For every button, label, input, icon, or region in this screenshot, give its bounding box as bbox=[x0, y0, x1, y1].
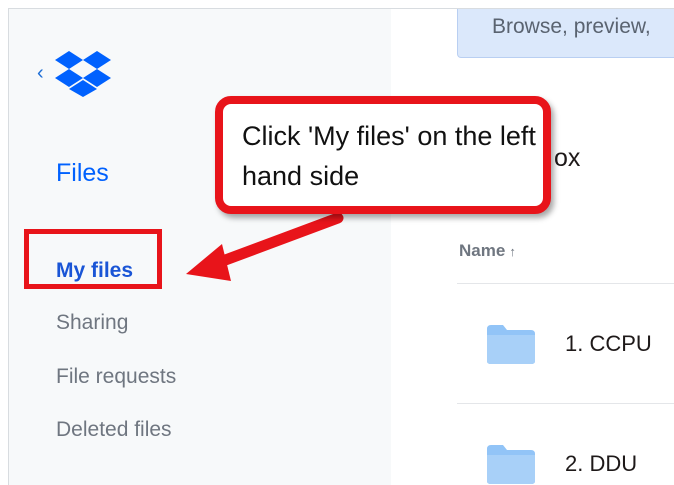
folder-icon bbox=[487, 325, 535, 364]
callout-text: Click 'My files' on the left hand side bbox=[242, 121, 536, 191]
sidebar-item-deleted-files[interactable]: Deleted files bbox=[56, 418, 172, 442]
name-column-label: Name bbox=[459, 241, 506, 260]
sidebar-item-sharing[interactable]: Sharing bbox=[56, 311, 128, 335]
info-banner[interactable]: Browse, preview, bbox=[457, 9, 674, 58]
files-heading[interactable]: Files bbox=[56, 159, 109, 188]
highlight-box bbox=[24, 229, 162, 289]
table-row[interactable]: 2. DDU bbox=[457, 437, 674, 485]
arrow-up-icon: ↑ bbox=[509, 244, 516, 259]
table-divider bbox=[457, 283, 674, 284]
row-name[interactable]: 2. DDU bbox=[565, 451, 637, 477]
table-row[interactable]: 1. CCPU bbox=[457, 317, 674, 377]
table-divider bbox=[457, 403, 674, 404]
row-name[interactable]: 1. CCPU bbox=[565, 331, 652, 357]
chevron-left-icon[interactable]: ‹ bbox=[37, 63, 44, 83]
dropbox-logo-icon[interactable] bbox=[55, 49, 111, 97]
banner-text: Browse, preview, bbox=[492, 15, 651, 38]
callout-box: Click 'My files' on the left hand side bbox=[215, 96, 551, 214]
sidebar-item-file-requests[interactable]: File requests bbox=[56, 365, 176, 389]
name-column-header[interactable]: Name ↑ bbox=[459, 241, 516, 261]
folder-icon bbox=[487, 445, 535, 484]
page-title-partial: ox bbox=[554, 144, 581, 172]
